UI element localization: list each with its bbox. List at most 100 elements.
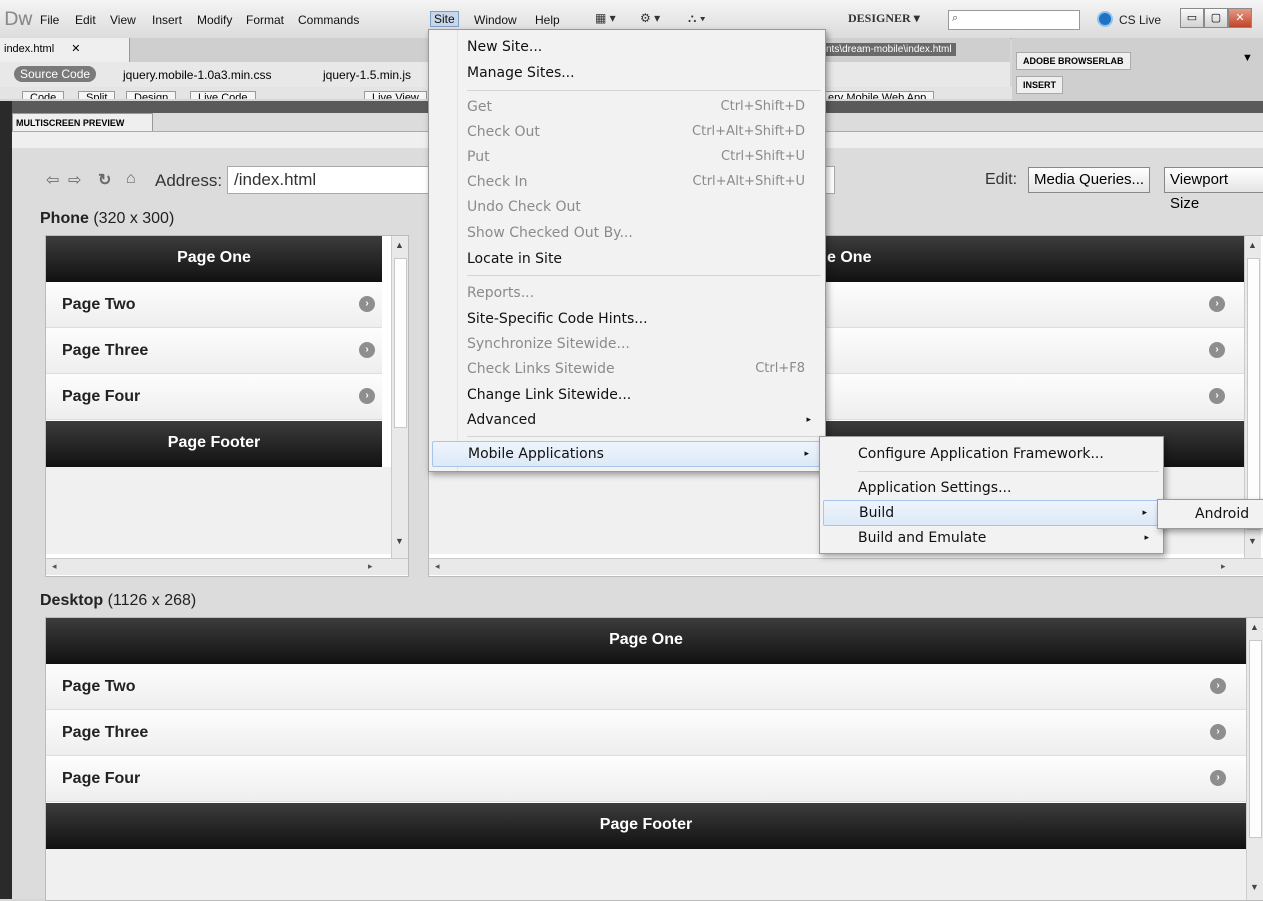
jqm-header: Page One <box>46 618 1246 664</box>
menu-item-label: Locate in Site <box>467 251 563 267</box>
viewport-sizes-button[interactable]: Viewport Size <box>1164 167 1263 212</box>
menu-item-label: Build <box>859 505 895 521</box>
chevron-right-icon: › <box>359 388 375 404</box>
desktop-viewport-title: Desktop (1126 x 268) <box>40 592 196 610</box>
menu-item-android[interactable]: Android <box>1195 502 1258 526</box>
design-view-button[interactable]: Design <box>126 91 177 99</box>
desktop-preview-frame: Page One Page Two › Page Three › Page Four… <box>45 617 1263 901</box>
document-tab[interactable]: index.html ✕ <box>0 38 130 62</box>
filter-icon[interactable]: ▼ <box>1242 52 1253 64</box>
code-view-button[interactable]: Code <box>22 91 65 99</box>
submenu-arrow-icon: ▸ <box>806 415 811 425</box>
vertical-scrollbar[interactable]: ▲ ▼ <box>1246 618 1263 900</box>
menu-site[interactable]: Site <box>430 11 459 27</box>
menu-item-label: Put <box>467 149 490 165</box>
menu-item-mobile-applications[interactable]: Mobile Applications ▸ <box>432 441 822 467</box>
document-title-field[interactable]: ery Mobile Web App <box>820 91 935 99</box>
source-code-button[interactable]: Source Code <box>14 66 97 82</box>
refresh-icon[interactable]: ↻ <box>98 170 111 190</box>
search-input[interactable]: ⌕ <box>948 10 1080 30</box>
empty-area <box>46 849 1246 900</box>
media-queries-button[interactable]: Media Queries... <box>1028 167 1151 193</box>
menu-icon-gutter <box>429 30 458 471</box>
menu-commands[interactable]: Commands <box>298 13 359 27</box>
submenu-arrow-icon: ▸ <box>1144 533 1149 543</box>
list-item[interactable]: Page Four › <box>46 374 382 420</box>
chevron-right-icon: › <box>1210 678 1226 694</box>
cs-live-button[interactable]: CS Live <box>1097 11 1161 27</box>
menu-item-check-out[interactable]: Check Out Ctrl+Alt+Shift+D <box>467 120 813 144</box>
menu-item-change-link-sitewide[interactable]: Change Link Sitewide... <box>467 383 813 407</box>
menu-item-build[interactable]: Build ▸ <box>823 500 1160 526</box>
menu-separator <box>467 90 821 91</box>
list-item[interactable]: Page Two › <box>46 282 382 328</box>
list-item[interactable]: Page Three › <box>46 710 1246 756</box>
maximize-button[interactable]: ▢ <box>1204 8 1228 28</box>
multiscreen-preview-tab[interactable]: MULTISCREEN PREVIEW <box>12 113 153 132</box>
menu-edit[interactable]: Edit <box>75 13 96 27</box>
menu-item-label: Advanced <box>467 412 537 428</box>
menu-item-new-site[interactable]: New Site... <box>467 35 813 59</box>
list-item[interactable]: Page Three › <box>46 328 382 374</box>
phone-size: (320 x 300) <box>93 210 175 227</box>
chevron-right-icon: › <box>359 342 375 358</box>
minimize-button[interactable]: ▭ <box>1180 8 1204 28</box>
chevron-right-icon: › <box>359 296 375 312</box>
list-item-label: Page Three <box>62 724 149 741</box>
close-tab-icon[interactable]: ✕ <box>71 43 80 55</box>
horizontal-scrollbar[interactable]: ◂ ▸ <box>429 558 1263 575</box>
menu-item-show-checked-out-by[interactable]: Show Checked Out By... <box>467 221 813 245</box>
related-file-css[interactable]: jquery.mobile-1.0a3.min.css <box>123 68 272 82</box>
vertical-scrollbar[interactable]: ▲ ▼ <box>391 236 408 558</box>
related-file-js[interactable]: jquery-1.5.min.js <box>323 68 411 82</box>
site-icon[interactable]: ⛬ ▾ <box>688 11 706 26</box>
split-view-button[interactable]: Split <box>78 91 116 99</box>
browserlab-panel-tab[interactable]: ADOBE BROWSERLAB <box>1016 52 1131 70</box>
live-view-button[interactable]: Live View <box>364 91 427 99</box>
layout-icon[interactable]: ▦ ▾ <box>595 11 616 25</box>
edit-label: Edit: <box>985 171 1018 188</box>
menu-item-check-in[interactable]: Check In Ctrl+Alt+Shift+U <box>467 170 813 194</box>
gear-icon[interactable]: ⚙ ▾ <box>640 11 660 25</box>
menu-item-locate-in-site[interactable]: Locate in Site <box>467 247 813 271</box>
workspace-label: DESIGNER <box>848 11 911 25</box>
menu-item-label: Mobile Applications <box>468 446 604 462</box>
menu-item-get[interactable]: Get Ctrl+Shift+D <box>467 95 813 119</box>
build-submenu: Android <box>1157 499 1263 529</box>
search-icon: ⌕ <box>952 12 959 24</box>
menu-item-reports[interactable]: Reports... <box>467 281 813 305</box>
list-item-label: Page Two <box>62 678 136 695</box>
menu-file[interactable]: File <box>40 13 59 27</box>
list-item-label: Page Four <box>62 388 141 405</box>
back-icon[interactable]: ⇦ <box>46 170 59 190</box>
menu-insert[interactable]: Insert <box>152 13 182 27</box>
menu-help[interactable]: Help <box>535 13 560 27</box>
menu-item-manage-sites[interactable]: Manage Sites... <box>467 61 813 85</box>
list-item[interactable]: Page Two › <box>46 664 1246 710</box>
horizontal-scrollbar[interactable]: ◂ ▸ <box>46 558 408 575</box>
menu-item-synchronize-sitewide[interactable]: Synchronize Sitewide... <box>467 332 813 356</box>
menu-view[interactable]: View <box>110 13 136 27</box>
insert-panel-tab[interactable]: INSERT <box>1016 76 1064 94</box>
menu-window[interactable]: Window <box>474 13 517 27</box>
menu-item-build-and-emulate[interactable]: Build and Emulate ▸ <box>858 526 1151 550</box>
menu-item-undo-check-out[interactable]: Undo Check Out <box>467 195 813 219</box>
menu-item-check-links-sitewide[interactable]: Check Links Sitewide Ctrl+F8 <box>467 357 813 381</box>
list-item-label: Page Three <box>62 342 149 359</box>
menu-item-label: Synchronize Sitewide... <box>467 336 630 352</box>
workspace-switcher[interactable]: DESIGNER ▾ <box>848 11 920 26</box>
menu-item-configure-application-framework[interactable]: Configure Application Framework... <box>858 442 1151 466</box>
menu-item-label: Configure Application Framework... <box>858 446 1104 462</box>
dreamweaver-logo: Dw <box>4 8 33 30</box>
close-button[interactable]: ✕ <box>1228 8 1252 28</box>
menu-item-put[interactable]: Put Ctrl+Shift+U <box>467 145 813 169</box>
list-item[interactable]: Page Four › <box>46 756 1246 802</box>
menu-item-advanced[interactable]: Advanced ▸ <box>467 408 813 432</box>
menu-item-application-settings[interactable]: Application Settings... <box>858 476 1151 500</box>
menu-modify[interactable]: Modify <box>197 13 232 27</box>
live-code-button[interactable]: Live Code <box>190 91 256 99</box>
forward-icon[interactable]: ⇨ <box>68 170 81 190</box>
menu-format[interactable]: Format <box>246 13 284 27</box>
home-icon[interactable]: ⌂ <box>126 170 136 188</box>
menu-item-site-specific-code-hints[interactable]: Site-Specific Code Hints... <box>467 307 813 331</box>
